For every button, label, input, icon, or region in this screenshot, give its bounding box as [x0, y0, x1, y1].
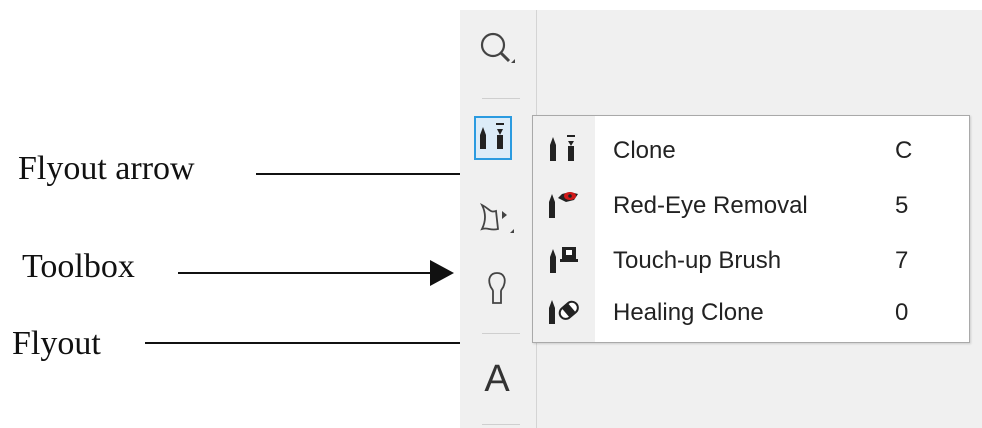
- toolbox-separator: [482, 98, 520, 99]
- paint-tool-icon: [482, 269, 512, 309]
- paint-tool[interactable]: [474, 266, 520, 312]
- menu-item-label: Clone: [613, 137, 676, 164]
- flyout-arrow-annotation: Flyout arrow: [18, 150, 195, 187]
- toolbox-separator: [482, 333, 520, 334]
- text-tool[interactable]: A: [474, 356, 520, 402]
- toolbox-annotation-arrowhead: [430, 260, 454, 286]
- menu-item-shortcut: 7: [895, 247, 909, 274]
- healing-clone-icon: [543, 295, 583, 327]
- touch-up-brush-icon: [543, 243, 583, 275]
- menu-item-shortcut: 0: [895, 299, 909, 326]
- menu-item-clone[interactable]: Clone C: [533, 124, 969, 174]
- menu-item-red-eye-removal[interactable]: Red-Eye Removal 5: [533, 179, 969, 229]
- smear-tool[interactable]: [474, 196, 520, 242]
- menu-item-touch-up-brush[interactable]: Touch-up Brush 7: [533, 234, 969, 284]
- menu-item-healing-clone[interactable]: Healing Clone 0: [533, 286, 969, 336]
- menu-item-label: Touch-up Brush: [613, 247, 782, 274]
- menu-item-label: Healing Clone: [613, 299, 764, 326]
- toolbox-separator: [482, 424, 520, 425]
- zoom-icon: [477, 29, 517, 69]
- clone-icon: [543, 133, 583, 165]
- menu-item-label: Red-Eye Removal: [613, 192, 808, 219]
- toolbox-annotation: Toolbox: [22, 248, 135, 285]
- clone-tool-icon: [478, 121, 508, 155]
- flyout-menu: Clone C Red-Eye Removal 5 Touch-up Brush…: [532, 115, 970, 343]
- flyout-annotation: Flyout: [12, 325, 101, 362]
- zoom-tool[interactable]: [474, 26, 520, 72]
- text-tool-icon: A: [484, 357, 510, 400]
- smear-tool-icon: [476, 199, 518, 239]
- menu-item-shortcut: C: [895, 137, 913, 164]
- toolbox-annotation-line: [178, 272, 434, 274]
- toolbox: A: [460, 10, 537, 428]
- menu-item-shortcut: 5: [895, 192, 909, 219]
- clone-tool[interactable]: [474, 116, 512, 160]
- red-eye-removal-icon: [543, 188, 583, 220]
